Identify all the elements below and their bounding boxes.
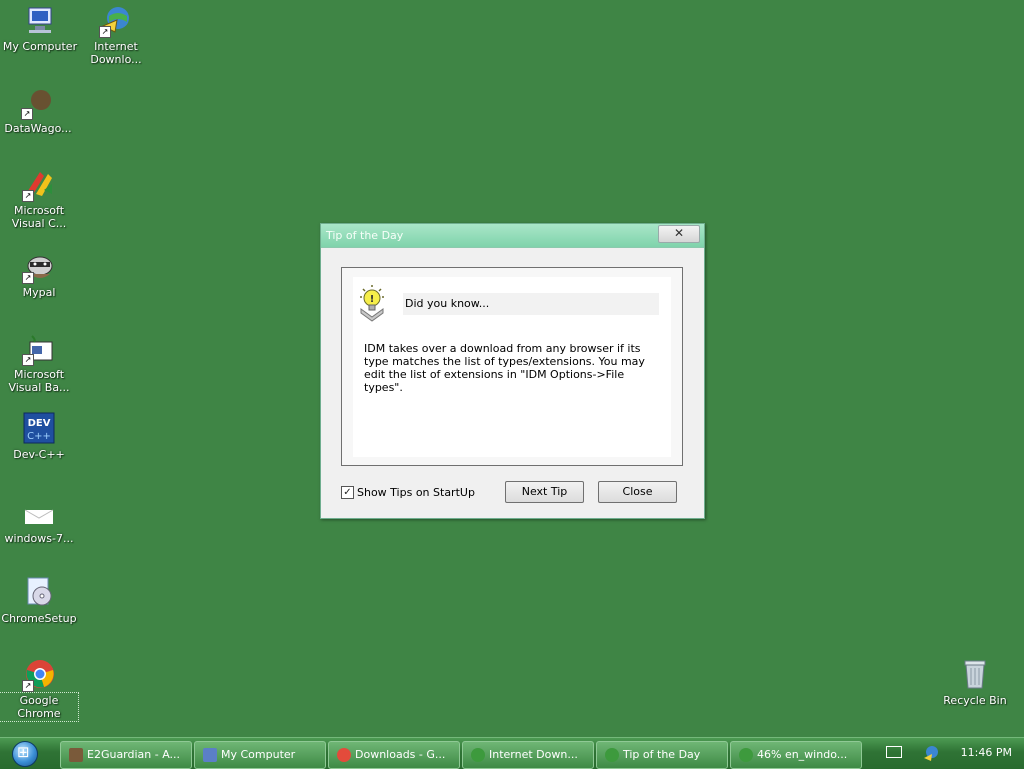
tip-text: IDM takes over a download from any brows… [364,342,645,394]
taskbar-item-download-progress[interactable]: 46% en_windo... [730,741,862,769]
chrome-icon: ↗ [22,658,56,692]
idm-globe-icon: ↗ [99,4,133,38]
tip-panel: ! Did you know... IDM takes over a downl… [341,267,683,466]
show-tips-label: Show Tips on StartUp [357,486,475,499]
raccoon-icon [69,748,83,762]
next-tip-button[interactable]: Next Tip [505,481,584,503]
tip-heading: Did you know... [405,297,490,310]
idm-icon [605,748,619,762]
idm-icon [471,748,485,762]
desktop-icon-label: Dev-C++ [13,448,65,461]
desktop-icon-label: Microsoft Visual Ba... [8,368,70,394]
svg-text:C++: C++ [27,431,51,442]
visual-basic-icon: ↗ [22,332,56,366]
desktop-icon-google-chrome[interactable]: ↗ Google Chrome [0,658,79,722]
desktop-icon-recycle-bin[interactable]: Recycle Bin [937,658,1013,707]
desktop-icon-visual-basic[interactable]: ↗ Microsoft Visual Ba... [1,332,77,394]
system-tray: 11:46 PM [874,738,1024,769]
shortcut-arrow-icon: ↗ [22,190,34,202]
taskbar-item-label: Downloads - G... [355,748,446,761]
shortcut-arrow-icon: ↗ [22,680,34,692]
datawagon-icon: ↗ [21,86,55,120]
keyboard-icon[interactable] [886,746,902,758]
lightbulb-icon: ! [357,283,387,325]
chrome-icon [337,748,351,762]
visual-studio-icon: ↗ [22,168,56,202]
svg-text:!: ! [370,294,375,305]
desktop-icon-label: Google Chrome [0,692,79,722]
desktop-icon-visual-c[interactable]: ↗ Microsoft Visual C... [1,168,77,230]
desktop-icon-my-computer[interactable]: My Computer [2,4,78,53]
taskbar-item-label: Tip of the Day [623,748,701,761]
taskbar-item-internet-download-manager[interactable]: Internet Down... [462,741,594,769]
tip-content: ! Did you know... IDM takes over a downl… [353,277,671,457]
setup-disc-icon [22,576,56,610]
desktop-icon-datawagon[interactable]: ↗ DataWago... [0,86,76,135]
tip-of-the-day-dialog: Tip of the Day ✕ ! Did you know... IDM t… [320,223,705,519]
taskbar-item-my-computer[interactable]: My Computer [194,741,326,769]
desktop-icon-internet-download-manager[interactable]: ↗ Internet Downlo... [78,4,154,66]
file-icon [22,496,56,530]
computer-icon [23,4,57,38]
idm-tray-icon[interactable] [922,744,940,762]
taskbar-item-label: My Computer [221,748,296,761]
dialog-title: Tip of the Day [326,229,404,242]
windows-logo-icon [12,741,38,767]
desktop-icon-label: Internet Downlo... [90,40,142,66]
taskbar-item-tip-of-the-day[interactable]: Tip of the Day [596,741,728,769]
dev-cpp-icon: DEV C++ [22,412,56,446]
idm-icon [739,748,753,762]
show-tips-checkbox[interactable]: ✓ [341,486,354,499]
close-button[interactable]: Close [598,481,677,503]
taskbar: E2Guardian - A... My Computer Downloads … [0,737,1024,769]
computer-icon [203,748,217,762]
raccoon-icon: ↗ [22,250,56,284]
desktop-icon-label: windows-7... [4,532,74,545]
desktop-icon-dev-cpp[interactable]: DEV C++ Dev-C++ [1,412,77,461]
taskbar-item-e2guardian[interactable]: E2Guardian - A... [60,741,192,769]
desktop-icon-label: ChromeSetup [1,612,77,625]
desktop-icon-label: My Computer [2,40,78,53]
taskbar-item-label: 46% en_windo... [757,748,848,761]
shortcut-arrow-icon: ↗ [22,354,34,366]
dialog-titlebar[interactable]: Tip of the Day ✕ [321,224,704,248]
desktop-icon-mypal[interactable]: ↗ Mypal [1,250,77,299]
desktop-icon-label: Mypal [22,286,56,299]
show-tips-checkbox-row[interactable]: ✓ Show Tips on StartUp [341,486,475,499]
clock[interactable]: 11:46 PM [961,746,1012,759]
taskbar-item-label: E2Guardian - A... [87,748,181,761]
desktop-icon-windows-7-file[interactable]: windows-7... [1,496,77,545]
svg-text:DEV: DEV [28,418,51,429]
desktop-icon-label: Recycle Bin [943,694,1007,707]
close-icon[interactable]: ✕ [658,225,700,243]
desktop-icon-label: Microsoft Visual C... [11,204,67,230]
shortcut-arrow-icon: ↗ [22,272,34,284]
taskbar-item-label: Internet Down... [489,748,578,761]
shortcut-arrow-icon: ↗ [21,108,33,120]
desktop-icon-chrome-setup[interactable]: ChromeSetup [1,576,77,625]
shortcut-arrow-icon: ↗ [99,26,111,38]
taskbar-item-downloads-chrome[interactable]: Downloads - G... [328,741,460,769]
desktop-icon-label: DataWago... [4,122,72,135]
recycle-bin-icon [958,658,992,692]
start-button[interactable] [4,740,44,768]
